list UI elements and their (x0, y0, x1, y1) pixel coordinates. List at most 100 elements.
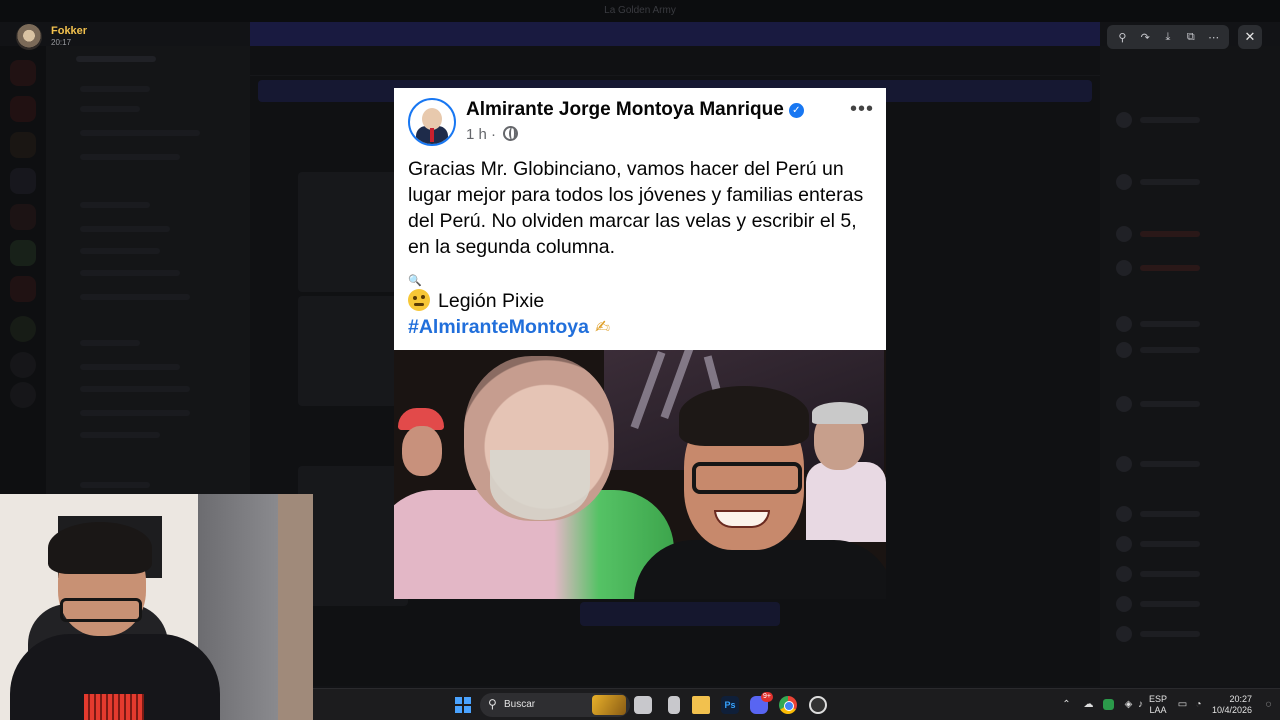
network-icon[interactable]: ◈ (1123, 699, 1134, 710)
close-button[interactable]: ✕ (1238, 25, 1262, 49)
post-time: 1 h · (466, 126, 497, 143)
clock-date: 10/4/2026 (1212, 705, 1253, 715)
channel-item (80, 130, 200, 136)
windows-start-icon[interactable] (455, 697, 471, 713)
author-name: Almirante Jorge Montoya Manrique (466, 99, 784, 120)
member-name (1140, 179, 1200, 185)
channel-item (80, 86, 150, 92)
cloud-icon[interactable]: ☁ (1083, 699, 1094, 710)
channel-item (80, 248, 160, 254)
member-avatar (1116, 396, 1132, 412)
post-header: Almirante Jorge Montoya Manrique ✓ 1 h · … (408, 98, 874, 150)
message-embed (298, 466, 408, 606)
notice-banner (250, 22, 1100, 46)
window-title: La Golden Army (604, 5, 676, 16)
member-avatar (1116, 536, 1132, 552)
chrome-icon[interactable] (779, 696, 797, 714)
microphone-icon[interactable]: ♪ (1135, 699, 1146, 710)
server-icon (10, 168, 36, 194)
webcam-wall (278, 494, 313, 720)
member-avatar (1116, 566, 1132, 582)
github-icon[interactable] (809, 696, 827, 714)
member-name (1140, 347, 1200, 353)
channel-item (80, 432, 160, 438)
webcam-overlay (0, 494, 313, 720)
photo-glasses (692, 462, 802, 494)
channel-header (76, 56, 156, 62)
writing-hand-icon: ✍ (594, 317, 611, 337)
forward-icon[interactable]: ↷ (1137, 31, 1153, 44)
app-icon[interactable] (668, 696, 680, 714)
channel-item (80, 270, 180, 276)
member-name (1140, 401, 1200, 407)
server-icon (10, 316, 36, 342)
more-options-icon: ••• (849, 98, 874, 120)
hashtag-line: #AlmiranteMontoya ✍ (408, 316, 610, 339)
globe-icon (503, 126, 519, 141)
member-name (1140, 265, 1200, 271)
member-name (1140, 601, 1200, 607)
task-view-icon[interactable] (634, 696, 652, 714)
language-code: ESP (1149, 694, 1168, 704)
clock-time: 20:27 (1229, 694, 1253, 704)
language-indicator[interactable]: ESP LAA (1149, 694, 1167, 716)
member-name (1140, 571, 1200, 577)
member-name (1140, 541, 1200, 547)
app-tray-icon[interactable] (1103, 699, 1114, 710)
webcam-person (48, 522, 152, 574)
webcam-microphone (84, 694, 144, 720)
server-list (0, 46, 46, 506)
avatar-face (422, 108, 442, 130)
layout-code: LAA (1149, 705, 1167, 715)
server-icon (10, 204, 36, 230)
server-icon (10, 60, 36, 86)
open-external-icon[interactable]: ⧉ (1183, 31, 1199, 44)
clock[interactable]: 20:27 10/4/2026 (1212, 694, 1252, 716)
more-icon[interactable]: ⋯ (1206, 31, 1222, 44)
uploader-name[interactable]: Fokker (51, 25, 87, 37)
channel-item (80, 482, 150, 488)
member-avatar (1116, 506, 1132, 522)
channel-item (80, 202, 150, 208)
signature-line: Legión Pixie (408, 289, 544, 313)
server-icon (10, 132, 36, 158)
webcam-glasses (60, 598, 142, 622)
search-highlight-image (592, 695, 626, 715)
uploader-text: Fokker 20:17 (51, 25, 87, 49)
server-icon (10, 96, 36, 122)
zoom-icon[interactable]: ⚲ (1114, 31, 1130, 44)
channel-item (80, 294, 190, 300)
photoshop-icon[interactable]: Ps (721, 696, 739, 714)
file-explorer-icon[interactable] (692, 696, 710, 714)
display-icon[interactable]: ▭ (1177, 699, 1188, 710)
post-meta: 1 h · (466, 126, 519, 143)
emoji-face-icon (408, 289, 430, 311)
signature-text: Legión Pixie (438, 290, 545, 312)
chevron-up-icon[interactable]: ⌃ (1061, 699, 1072, 710)
download-icon[interactable]: ⤓ (1160, 31, 1176, 44)
photo-person (806, 462, 886, 542)
member-name (1140, 511, 1200, 517)
avatar[interactable] (16, 24, 42, 50)
member-name (1140, 231, 1200, 237)
channel-item (80, 364, 180, 370)
taskbar-search[interactable]: ⚲ Buscar (480, 693, 630, 717)
hashtag: #AlmiranteMontoya (408, 316, 589, 338)
volume-icon[interactable]: ◔ (1193, 699, 1204, 710)
channel-item (80, 226, 170, 232)
notifications-icon[interactable]: ◌ (1263, 699, 1274, 710)
verified-icon: ✓ (788, 103, 804, 118)
member-avatar (1116, 174, 1132, 190)
member-avatar (1116, 260, 1132, 276)
member-name (1140, 461, 1200, 467)
server-icon (10, 352, 36, 378)
channel-item (80, 386, 190, 392)
author-name-row: Almirante Jorge Montoya Manrique ✓ (466, 99, 804, 121)
discord-icon[interactable]: 9+ (750, 692, 773, 714)
avatar-tie (430, 128, 434, 142)
notification-badge: 9+ (761, 692, 773, 702)
uploader-info[interactable]: Fokker 20:17 (16, 24, 87, 50)
member-avatar (1116, 316, 1132, 332)
channel-item (80, 340, 140, 346)
photo-person (812, 402, 868, 424)
